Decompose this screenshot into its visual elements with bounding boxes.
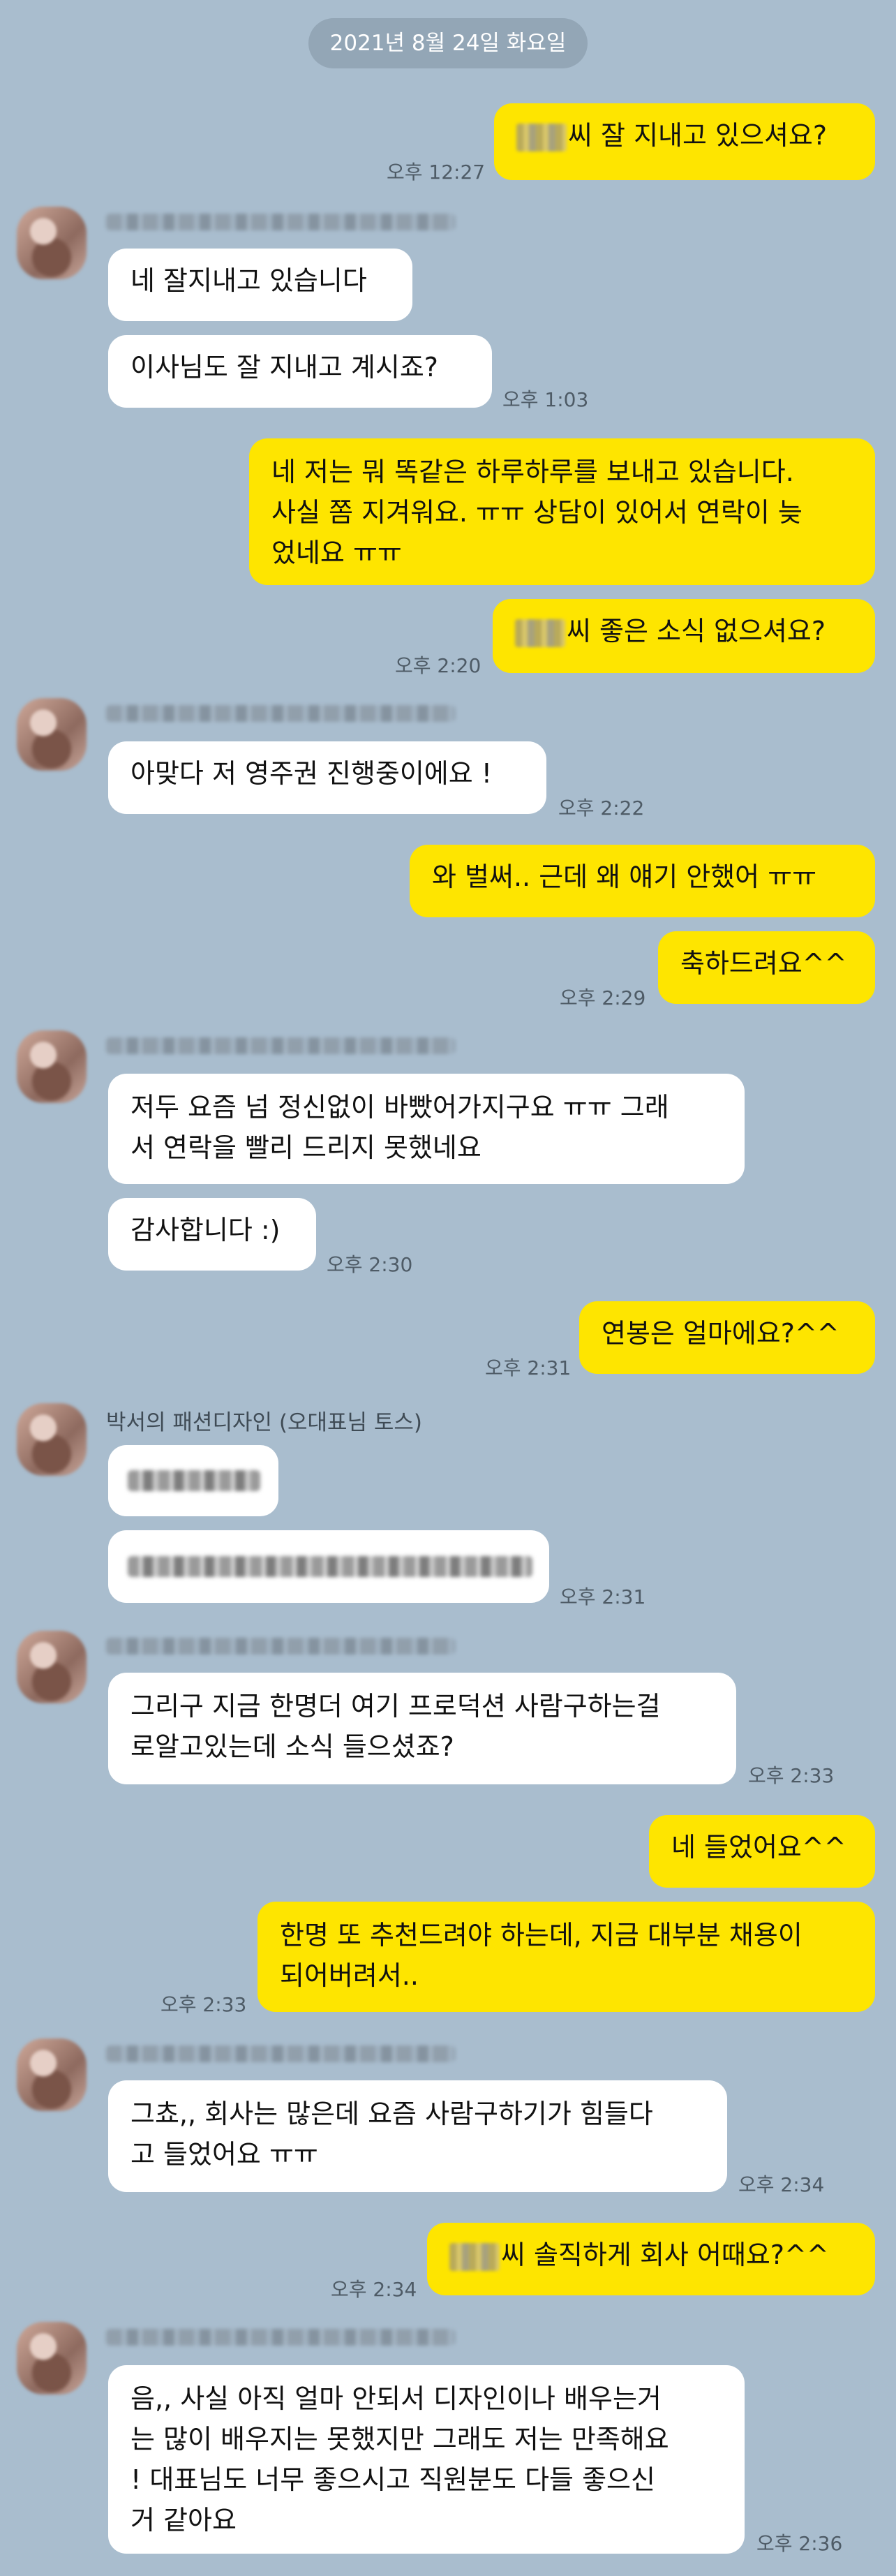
sender-name: 박서의 패션디자인 (오대표님 토스) [106,1410,423,1435]
incoming-message[interactable]: 저두 요즘 넘 정신없이 바빴어가지구요 ㅠㅠ 그래 서 연락을 빨리 드리지 … [108,1074,745,1184]
incoming-message[interactable]: 그쵸,, 회사는 많은데 요즘 사람구하기가 힘들다 고 들었어요 ㅠㅠ [108,2080,727,2192]
redacted-name [516,123,567,151]
redacted-sender-name [106,1037,455,1054]
outgoing-message[interactable]: 축하드려요^^ [658,931,875,1004]
redacted-sender-name [106,1638,455,1655]
incoming-message[interactable]: 그리구 지금 한명더 여기 프로덕션 사람구하는걸 로알고있는데 소식 들으셨죠… [108,1673,736,1784]
incoming-message[interactable]: 아맞다 저 영주권 진행중이에요 ! [108,741,546,814]
avatar[interactable] [17,1403,87,1476]
message-time: 오후 2:22 [558,797,645,820]
message-text: 씨 잘 지내고 있으셔요? [568,120,828,151]
message-time: 오후 2:31 [485,1356,572,1379]
avatar[interactable] [17,1030,87,1103]
redacted-name [515,619,565,647]
outgoing-message[interactable]: 한명 또 추천드려야 하는데, 지금 대부분 채용이 되어버려서.. [257,1902,875,2012]
incoming-message[interactable] [108,1445,278,1516]
message-time: 오후 1:03 [502,388,589,411]
redacted-message-content [128,1556,532,1577]
avatar[interactable] [17,698,87,771]
redacted-sender-name [106,2045,455,2062]
outgoing-message[interactable]: 씨 좋은 소식 없으셔요? [493,599,875,673]
message-text: 씨 솔직하게 회사 어때요?^^ [501,2240,829,2270]
outgoing-message[interactable]: 와 벌써.. 근데 왜 얘기 안했어 ㅠㅠ [410,845,875,917]
avatar[interactable] [17,2038,87,2111]
outgoing-message[interactable]: 네 저는 뭐 똑같은 하루하루를 보내고 있습니다. 사실 쫌 지겨워요. ㅠㅠ… [249,438,875,585]
incoming-message[interactable]: 감사합니다 :) [108,1198,316,1271]
redacted-sender-name [106,2329,455,2346]
avatar[interactable] [17,2322,87,2394]
message-time: 오후 2:31 [560,1585,646,1608]
message-time: 오후 2:29 [560,986,646,1009]
incoming-message[interactable]: 음,, 사실 아직 얼마 안되서 디자인이나 배우는거 는 많이 배우지는 못했… [108,2365,745,2554]
message-time: 오후 2:36 [756,2532,843,2555]
redacted-message-content [128,1470,260,1491]
incoming-message[interactable]: 이사님도 잘 지내고 계시죠? [108,335,492,408]
incoming-message[interactable]: 네 잘지내고 있습니다 [108,249,412,321]
message-time: 오후 2:30 [327,1253,413,1276]
outgoing-message[interactable]: 씨 잘 지내고 있으셔요? [494,103,875,180]
avatar[interactable] [17,207,87,279]
message-time: 오후 2:34 [738,2173,825,2196]
avatar[interactable] [17,1631,87,1703]
message-time: 오후 2:20 [395,654,481,677]
message-text: 씨 좋은 소식 없으셔요? [567,616,826,646]
message-time: 오후 2:34 [331,2278,417,2301]
redacted-name [449,2242,500,2271]
incoming-message[interactable] [108,1530,549,1603]
message-time: 오후 2:33 [748,1764,835,1787]
outgoing-message[interactable]: 네 들었어요^^ [649,1815,875,1888]
message-time: 오후 12:27 [387,161,486,184]
date-divider: 2021년 8월 24일 화요일 [308,18,588,68]
outgoing-message[interactable]: 씨 솔직하게 회사 어때요?^^ [427,2223,875,2295]
outgoing-message[interactable]: 연봉은 얼마에요?^^ [579,1301,875,1374]
message-time: 오후 2:33 [160,1993,247,2016]
redacted-sender-name [106,705,455,722]
redacted-sender-name [106,214,455,230]
